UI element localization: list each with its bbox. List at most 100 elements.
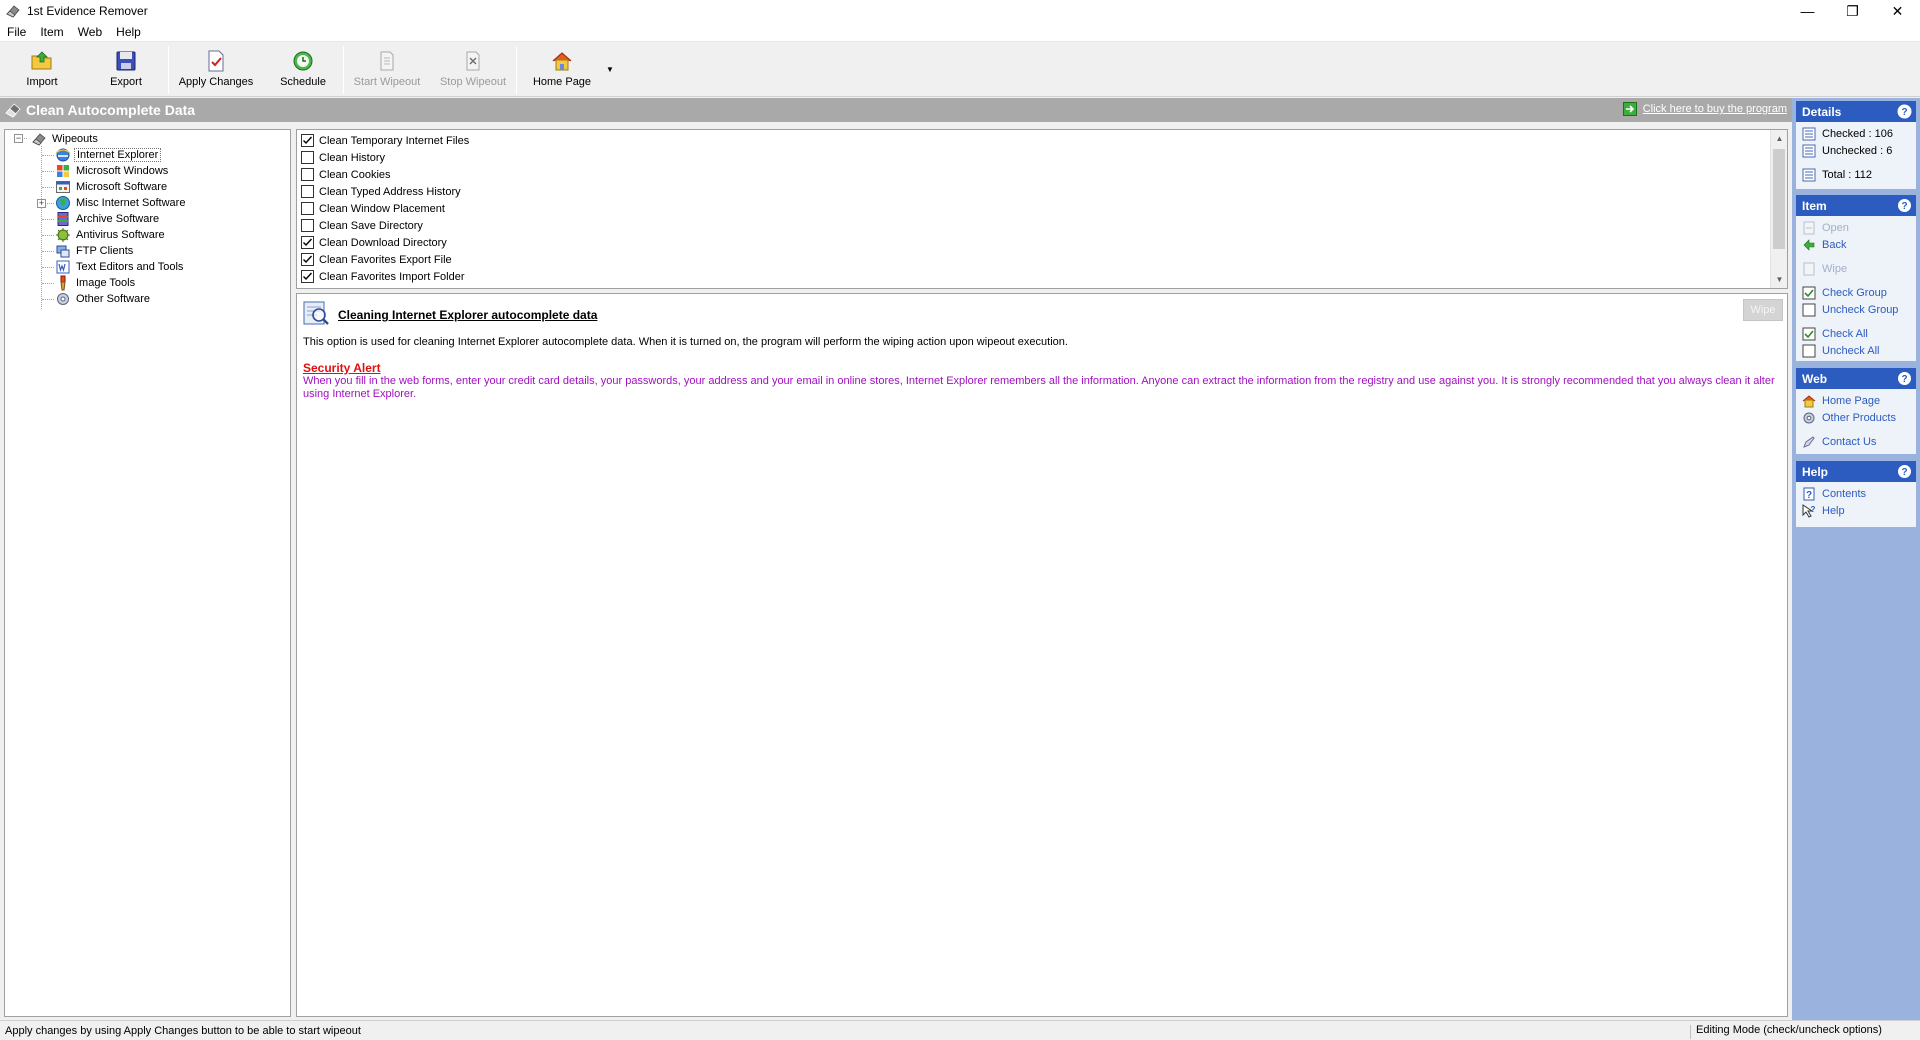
unchecked-box-icon <box>1802 344 1816 358</box>
item-check-all-link[interactable]: Check All <box>1802 326 1868 342</box>
chevron-down-icon: ▼ <box>606 65 614 74</box>
import-button[interactable]: Import <box>0 42 84 97</box>
option-clean-temporary-internet-files[interactable]: Clean Temporary Internet Files <box>301 132 469 149</box>
scroll-up-button[interactable]: ▲ <box>1771 130 1787 147</box>
svg-text:?: ? <box>1901 374 1907 385</box>
tree-item-wipeouts[interactable]: Wipeouts <box>31 131 100 147</box>
menu-web[interactable]: Web <box>71 22 109 42</box>
help-circle-icon[interactable]: ? <box>1897 464 1912 479</box>
wipe-button[interactable]: Wipe <box>1743 299 1783 321</box>
stop-wipeout-button[interactable]: Stop Wipeout <box>430 42 516 97</box>
menu-help[interactable]: Help <box>109 22 148 42</box>
checkbox-unchecked[interactable] <box>301 151 314 164</box>
help-contents-link[interactable]: ? Contents <box>1802 486 1866 502</box>
windows-icon <box>57 165 69 177</box>
option-clean-history[interactable]: Clean History <box>301 149 385 166</box>
checkbox-checked[interactable] <box>301 253 314 266</box>
svg-text:?: ? <box>1811 505 1816 514</box>
help-circle-icon[interactable]: ? <box>1897 198 1912 213</box>
ftp-icon <box>56 245 70 258</box>
tree-item-archive-software[interactable]: Archive Software <box>55 211 161 227</box>
help-circle-icon[interactable]: ? <box>1897 104 1912 119</box>
tree-item-antivirus-software[interactable]: Antivirus Software <box>55 227 167 243</box>
checkbox-checked[interactable] <box>301 134 314 147</box>
details-total-count: Total : 112 <box>1802 167 1872 183</box>
scroll-down-button[interactable]: ▼ <box>1771 271 1787 288</box>
tree-expand-toggle[interactable]: + <box>37 199 46 208</box>
description-text: This option is used for cleaning Interne… <box>303 336 1068 348</box>
web-contact-us-link[interactable]: Contact Us <box>1802 434 1876 450</box>
option-clean-save-directory[interactable]: Clean Save Directory <box>301 217 423 234</box>
stop-wipeout-icon <box>466 51 480 71</box>
home-page-button[interactable]: Home Page <box>517 42 607 97</box>
menu-bar: File Item Web Help <box>0 22 1920 42</box>
image-tools-icon <box>60 275 66 291</box>
item-open-link[interactable]: Open <box>1802 220 1849 236</box>
buy-program-link[interactable]: Click here to buy the program <box>1622 102 1787 116</box>
item-wipe-link[interactable]: Wipe <box>1802 261 1847 277</box>
tree-line <box>42 219 54 220</box>
checklist-scrollbar[interactable]: ▲ ▼ <box>1770 130 1787 288</box>
item-uncheck-all-link[interactable]: Uncheck All <box>1802 343 1879 359</box>
option-clean-typed-address-history[interactable]: Clean Typed Address History <box>301 183 461 200</box>
details-unchecked-count: Unchecked : 6 <box>1802 143 1892 159</box>
tree-item-microsoft-windows[interactable]: Microsoft Windows <box>55 163 170 179</box>
tree-line <box>42 299 54 300</box>
start-wipeout-button[interactable]: Start Wipeout <box>344 42 430 97</box>
checkbox-unchecked[interactable] <box>301 202 314 215</box>
option-clean-window-placement[interactable]: Clean Window Placement <box>301 200 445 217</box>
apply-changes-button[interactable]: Apply Changes <box>169 42 263 97</box>
details-group-header[interactable]: Details ? <box>1796 101 1916 122</box>
tree-item-other-software[interactable]: Other Software <box>55 291 152 307</box>
status-message: Apply changes by using Apply Changes but… <box>5 1025 361 1037</box>
tree-item-internet-explorer[interactable]: Internet Explorer <box>55 147 162 163</box>
tree-collapse-toggle[interactable]: − <box>14 134 23 143</box>
tree-item-text-editors-and-tools[interactable]: Text Editors and Tools <box>55 259 185 275</box>
option-clean-cookies[interactable]: Clean Cookies <box>301 166 391 183</box>
checked-box-icon <box>1802 286 1816 300</box>
help-book-icon: ? <box>1803 487 1815 501</box>
minimize-button[interactable]: — <box>1785 0 1830 22</box>
schedule-clock-icon <box>293 51 313 71</box>
item-uncheck-group-link[interactable]: Uncheck Group <box>1802 302 1898 318</box>
option-clean-download-directory[interactable]: Clean Download Directory <box>301 234 447 251</box>
web-group-header[interactable]: Web ? <box>1796 368 1916 389</box>
details-group: Details ? Checked : 106 Unchecked : 6 To… <box>1796 101 1916 189</box>
schedule-button[interactable]: Schedule <box>263 42 343 97</box>
web-other-products-link[interactable]: Other Products <box>1802 410 1896 426</box>
help-circle-icon[interactable]: ? <box>1897 371 1912 386</box>
checkbox-unchecked[interactable] <box>301 168 314 181</box>
checkbox-unchecked[interactable] <box>301 185 314 198</box>
tree-item-image-tools[interactable]: Image Tools <box>55 275 137 291</box>
item-check-group-link[interactable]: Check Group <box>1802 285 1887 301</box>
web-group: Web ? Home Page Other Products Contact U… <box>1796 368 1916 454</box>
item-back-link[interactable]: Back <box>1802 237 1846 253</box>
tree-line <box>42 187 54 188</box>
option-clean-favorites-export-file[interactable]: Clean Favorites Export File <box>301 251 452 268</box>
svg-text:?: ? <box>1901 467 1907 478</box>
option-clean-favorites-import-folder[interactable]: Clean Favorites Import Folder <box>301 268 465 285</box>
checkbox-unchecked[interactable] <box>301 219 314 232</box>
tree-item-ftp-clients[interactable]: FTP Clients <box>55 243 135 259</box>
home-page-dropdown-button[interactable]: ▼ <box>603 42 617 97</box>
checked-box-icon <box>1802 327 1816 341</box>
tree-item-misc-internet-software[interactable]: Misc Internet Software <box>55 195 187 211</box>
help-help-link[interactable]: ? Help <box>1802 503 1845 519</box>
window-title: 1st Evidence Remover <box>27 4 148 18</box>
menu-file[interactable]: File <box>0 22 33 42</box>
close-button[interactable]: ✕ <box>1875 0 1920 22</box>
menu-item[interactable]: Item <box>33 22 70 42</box>
web-home-page-link[interactable]: Home Page <box>1802 393 1880 409</box>
restore-button[interactable]: ❐ <box>1830 0 1875 22</box>
item-group-header[interactable]: Item ? <box>1796 195 1916 216</box>
export-button[interactable]: Export <box>84 42 168 97</box>
svg-text:?: ? <box>1806 490 1812 501</box>
svg-text:?: ? <box>1901 201 1907 212</box>
floppy-disk-icon <box>116 51 136 71</box>
checkbox-checked[interactable] <box>301 270 314 283</box>
scroll-thumb[interactable] <box>1773 149 1785 249</box>
wipeouts-tree: − Wipeouts Internet Explorer Microsoft W… <box>4 129 291 1017</box>
checkbox-checked[interactable] <box>301 236 314 249</box>
tree-item-microsoft-software[interactable]: Microsoft Software <box>55 179 169 195</box>
help-group-header[interactable]: Help ? <box>1796 461 1916 482</box>
